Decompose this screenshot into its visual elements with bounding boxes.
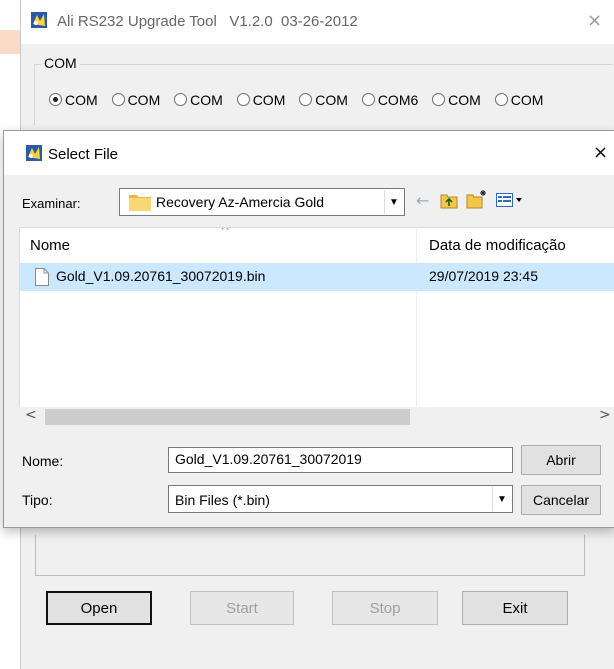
filetype-combo[interactable]: Bin Files (*.bin) ▼ xyxy=(168,485,513,513)
column-header-name[interactable]: Nome xyxy=(30,237,70,254)
background-window-edge xyxy=(0,30,20,54)
file-list[interactable]: ^ Nome Data de modificação Gold_V1.09.20… xyxy=(19,227,614,424)
main-title-bar: Ali RS232 Upgrade Tool V1.2.0 03-26-2012… xyxy=(21,0,614,44)
com-port-option-5[interactable]: COM xyxy=(299,92,348,108)
filename-input[interactable]: Gold_V1.09.20761_30072019 xyxy=(168,447,513,473)
scroll-right-arrow-icon[interactable]: > xyxy=(599,407,611,423)
scroll-thumb[interactable] xyxy=(45,409,410,425)
exit-button[interactable]: Exit xyxy=(462,591,568,625)
com-port-option-2[interactable]: COM xyxy=(111,92,160,108)
filetype-label: Tipo: xyxy=(22,492,53,508)
com-port-row: COM COM COM COM COM COM6 COM COM xyxy=(49,92,543,108)
progress-box xyxy=(35,535,585,576)
com-port-option-8[interactable]: COM xyxy=(494,92,543,108)
com-port-option-3[interactable]: COM xyxy=(174,92,223,108)
dialog-close-button[interactable]: × xyxy=(593,144,608,162)
dialog-title-bar: Select File × xyxy=(4,131,614,175)
com-group-label: COM xyxy=(41,55,80,71)
column-header-date[interactable]: Data de modificação xyxy=(429,237,566,254)
com-port-option-4[interactable]: COM xyxy=(236,92,285,108)
filetype-value: Bin Files (*.bin) xyxy=(175,492,270,508)
chevron-down-icon[interactable]: ▼ xyxy=(384,190,403,214)
look-in-combo[interactable]: Recovery Az-Amercia Gold ▼ xyxy=(119,188,405,216)
column-divider[interactable] xyxy=(416,228,417,424)
open-button[interactable]: Open xyxy=(46,591,152,625)
look-in-label: Examinar: xyxy=(22,196,81,211)
scroll-left-arrow-icon[interactable]: < xyxy=(25,407,37,423)
chevron-down-icon[interactable]: ▼ xyxy=(492,487,511,511)
dialog-app-icon xyxy=(26,145,42,161)
view-menu-icon[interactable] xyxy=(496,193,524,207)
sort-arrow-icon: ^ xyxy=(220,227,231,238)
folder-icon xyxy=(129,195,151,211)
stop-button[interactable]: Stop xyxy=(332,591,438,625)
up-folder-icon[interactable] xyxy=(440,193,458,209)
file-date: 29/07/2019 23:45 xyxy=(429,268,538,284)
com-port-option-6[interactable]: COM6 xyxy=(361,92,418,108)
main-window-title: Ali RS232 Upgrade Tool V1.2.0 03-26-2012 xyxy=(57,13,358,30)
cancel-button[interactable]: Cancelar xyxy=(521,485,601,515)
horizontal-scrollbar[interactable]: < > xyxy=(19,407,614,427)
start-button[interactable]: Start xyxy=(190,591,294,625)
dialog-title: Select File xyxy=(48,146,119,163)
com-port-option-7[interactable]: COM xyxy=(432,92,481,108)
new-folder-icon[interactable] xyxy=(466,189,488,209)
file-row[interactable]: Gold_V1.09.20761_30072019.bin 29/07/2019… xyxy=(20,263,614,291)
file-icon xyxy=(35,268,49,286)
select-file-dialog: Select File × Examinar: Recovery Az-Amer… xyxy=(3,130,614,528)
main-close-button[interactable]: × xyxy=(587,12,602,30)
back-arrow-icon[interactable]: ← xyxy=(416,191,429,210)
com-port-option-1[interactable]: COM xyxy=(49,92,98,108)
app-icon xyxy=(31,12,47,28)
open-file-button[interactable]: Abrir xyxy=(521,445,601,475)
look-in-value: Recovery Az-Amercia Gold xyxy=(156,194,325,210)
filename-label: Nome: xyxy=(22,453,64,469)
file-name: Gold_V1.09.20761_30072019.bin xyxy=(56,268,266,284)
